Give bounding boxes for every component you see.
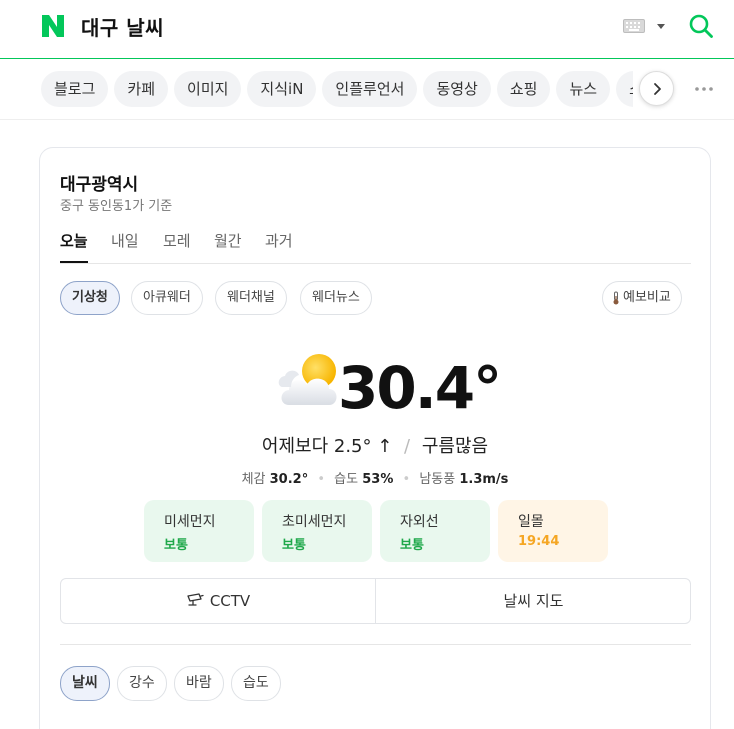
stat-value: 보통 xyxy=(282,538,306,553)
thermometer-icon xyxy=(613,291,619,304)
stat-label: 자외선 xyxy=(400,514,439,530)
source-weathernews[interactable]: 웨더뉴스 xyxy=(300,281,372,315)
category-blog[interactable]: 블로그 xyxy=(41,71,109,107)
chevron-down-icon[interactable] xyxy=(654,19,668,33)
category-tabs: 블로그카페이미지지식iN인플루언서동영상쇼핑뉴스쇼 xyxy=(0,59,734,120)
cctv-label: CCTV xyxy=(209,592,251,610)
category-shopping[interactable]: 쇼핑 xyxy=(496,71,551,107)
tab-past[interactable]: 과거 xyxy=(265,230,293,263)
search-header: 대구 날씨 xyxy=(0,0,734,59)
stat-value: 보통 xyxy=(164,538,188,553)
chart-tab-precipitation[interactable]: 강수 xyxy=(117,666,167,701)
stat-value: 보통 xyxy=(400,538,424,553)
stat-fine-dust[interactable]: 미세먼지 보통 xyxy=(144,500,254,562)
category-next-button[interactable] xyxy=(639,71,674,106)
weather-summary: 어제보다 2.5° ↑ / 구름많음 xyxy=(261,436,489,457)
cctv-button[interactable]: CCTV xyxy=(61,579,376,623)
source-kma[interactable]: 기상청 xyxy=(60,281,120,315)
tab-monthly[interactable]: 월간 xyxy=(214,230,242,263)
humidity-value: 53% xyxy=(362,472,394,487)
category-track: 블로그카페이미지지식iN인플루언서동영상쇼핑뉴스쇼 xyxy=(41,71,633,107)
location-subtitle: 중구 동인동1가 기준 xyxy=(60,199,173,214)
wind-label: 남동풍 xyxy=(419,472,456,487)
location-title[interactable]: 대구광역시 xyxy=(60,170,138,195)
keyboard-icon[interactable] xyxy=(623,19,645,33)
category-cafe[interactable]: 카페 xyxy=(114,71,169,107)
stat-label: 초미세먼지 xyxy=(282,514,347,530)
category-kin[interactable]: 지식iN xyxy=(247,71,317,107)
tab-tomorrow[interactable]: 내일 xyxy=(111,230,139,263)
stat-ultrafine-dust[interactable]: 초미세먼지 보통 xyxy=(262,500,372,562)
cctv-camera-icon xyxy=(187,593,204,606)
compare-yesterday-value: 2.5° ↑ xyxy=(333,436,393,457)
tab-today[interactable]: 오늘 xyxy=(60,230,88,263)
partly-cloudy-icon xyxy=(278,354,337,405)
naver-logo-icon[interactable] xyxy=(40,13,66,39)
chart-tab-humidity[interactable]: 습도 xyxy=(231,666,281,701)
stat-label: 일몰 xyxy=(518,514,544,530)
divider xyxy=(60,644,691,645)
compare-yesterday-label: 어제보다 xyxy=(261,436,329,457)
forecast-compare-button[interactable]: 예보비교 xyxy=(602,281,682,315)
chevron-right-icon xyxy=(654,83,661,95)
day-tabs: 오늘 내일 모레 월간 과거 xyxy=(60,230,691,264)
wind-value: 1.3m/s xyxy=(459,472,509,487)
humidity-label: 습도 xyxy=(334,472,359,487)
chart-tab-weather[interactable]: 날씨 xyxy=(60,666,110,701)
stat-label: 미세먼지 xyxy=(164,514,216,530)
tab-day-after[interactable]: 모레 xyxy=(163,230,191,263)
stat-sunset[interactable]: 일몰 19:44 xyxy=(498,500,608,562)
category-image[interactable]: 이미지 xyxy=(174,71,242,107)
search-icon[interactable] xyxy=(688,13,714,39)
forecast-compare-label: 예보비교 xyxy=(623,290,671,305)
feels-like-value: 30.2° xyxy=(269,472,309,487)
weather-map-button[interactable]: 날씨 지도 xyxy=(376,579,691,623)
weather-links: CCTV 날씨 지도 xyxy=(60,578,691,624)
weather-details: 체감 30.2° • 습도 53% • 남동풍 1.3m/s xyxy=(241,472,509,487)
stat-value: 19:44 xyxy=(518,534,560,549)
more-dots-icon[interactable] xyxy=(694,79,714,99)
weather-card: 대구광역시 중구 동인동1가 기준 오늘 내일 모레 월간 과거 기상청 아큐웨… xyxy=(39,147,711,729)
search-query-text[interactable]: 대구 날씨 xyxy=(81,12,164,41)
stat-uv[interactable]: 자외선 보통 xyxy=(380,500,490,562)
source-weatherchannel[interactable]: 웨더채널 xyxy=(215,281,287,315)
feels-like-label: 체감 xyxy=(241,472,266,487)
category-news[interactable]: 뉴스 xyxy=(556,71,611,107)
source-accuweather[interactable]: 아큐웨더 xyxy=(131,281,203,315)
category-video[interactable]: 동영상 xyxy=(423,71,491,107)
category-more-cut[interactable]: 쇼 xyxy=(616,71,633,107)
category-influencer[interactable]: 인플루언서 xyxy=(322,71,418,107)
weather-condition: 구름많음 xyxy=(421,436,489,457)
current-temperature: 30.4° xyxy=(338,354,502,422)
chart-tab-wind[interactable]: 바람 xyxy=(174,666,224,701)
